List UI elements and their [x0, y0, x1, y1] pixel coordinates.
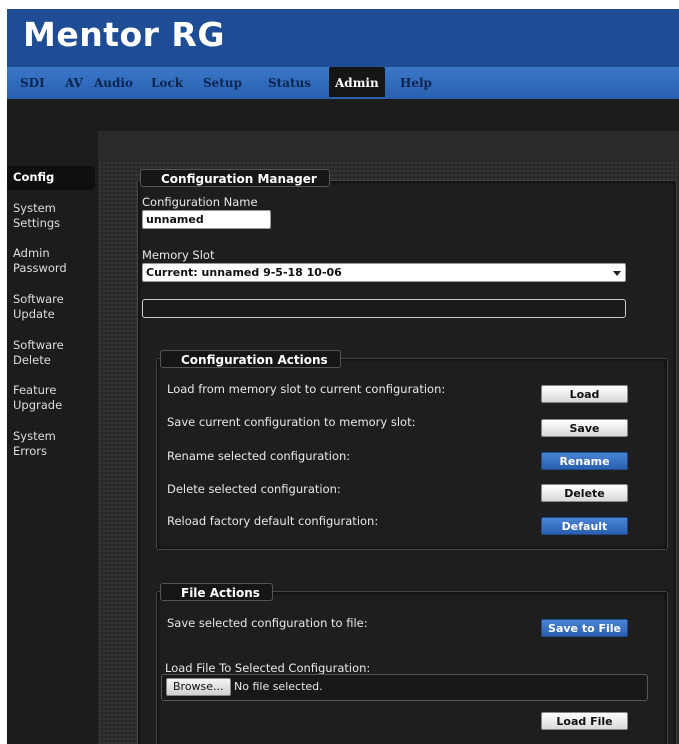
brand-header: Mentor RG	[7, 9, 679, 67]
sidebar-item-config[interactable]: Config	[7, 166, 95, 190]
configuration-actions-legend: Configuration Actions	[160, 350, 341, 368]
file-actions-legend: File Actions	[160, 583, 273, 601]
default-button[interactable]: Default	[541, 517, 628, 535]
load-row-label: Load from memory slot to current configu…	[167, 382, 446, 396]
sidebar-item-system-errors[interactable]: System Errors	[13, 429, 73, 459]
save-to-file-button[interactable]: Save to File	[541, 619, 628, 637]
sidebar-item-system-settings[interactable]: System Settings	[13, 201, 73, 231]
sidebar-item-software-update[interactable]: Software Update	[13, 292, 73, 322]
load-button[interactable]: Load	[541, 385, 628, 403]
main-content: Configuration Manager Configuration Name…	[98, 161, 679, 744]
tab-sdi[interactable]: SDI	[20, 76, 45, 90]
save-to-file-label: Save selected configuration to file:	[167, 616, 368, 630]
configuration-manager-legend: Configuration Manager	[140, 169, 330, 187]
rename-button[interactable]: Rename	[541, 452, 628, 470]
app-title: Mentor RG	[23, 15, 225, 54]
delete-row-label: Delete selected configuration:	[167, 482, 341, 496]
tab-audio[interactable]: Audio	[94, 76, 133, 90]
sub-header-bar	[98, 131, 679, 161]
tab-av[interactable]: AV	[65, 76, 83, 90]
memory-slot-label: Memory Slot	[142, 248, 215, 262]
browse-button[interactable]: Browse...	[166, 678, 231, 696]
file-picker[interactable]: Browse... No file selected.	[161, 674, 648, 701]
progress-bar	[142, 299, 626, 318]
tab-status[interactable]: Status	[268, 76, 311, 90]
sidebar-item-feature-upgrade[interactable]: Feature Upgrade	[13, 383, 73, 413]
memory-slot-value: Current: unnamed 9-5-18 10-06	[146, 266, 342, 279]
sidebar-item-software-delete[interactable]: Software Delete	[13, 338, 73, 368]
configuration-name-input[interactable]: unnamed	[142, 210, 271, 229]
tab-setup[interactable]: Setup	[203, 76, 242, 90]
save-button[interactable]: Save	[541, 419, 628, 437]
file-status-text: No file selected.	[234, 680, 323, 693]
chevron-down-icon	[613, 271, 621, 276]
sidebar: Config System Settings Admin Password So…	[7, 161, 98, 744]
load-file-label: Load File To Selected Configuration:	[165, 661, 371, 675]
configuration-name-label: Configuration Name	[142, 195, 258, 209]
memory-slot-select[interactable]: Current: unnamed 9-5-18 10-06	[142, 263, 626, 282]
tab-help[interactable]: Help	[400, 76, 432, 90]
rename-row-label: Rename selected configuration:	[167, 449, 351, 463]
save-row-label: Save current configuration to memory slo…	[167, 415, 416, 429]
delete-button[interactable]: Delete	[541, 484, 628, 502]
tab-admin[interactable]: Admin	[329, 67, 385, 97]
default-row-label: Reload factory default configuration:	[167, 514, 379, 528]
tab-lock[interactable]: Lock	[151, 76, 183, 90]
main-nav: SDI AV Audio Lock Setup Status Admin Hel…	[7, 67, 679, 99]
load-file-button[interactable]: Load File	[541, 712, 628, 730]
app-window: Mentor RG SDI AV Audio Lock Setup Status…	[7, 9, 679, 744]
sidebar-item-admin-password[interactable]: Admin Password	[13, 246, 73, 276]
